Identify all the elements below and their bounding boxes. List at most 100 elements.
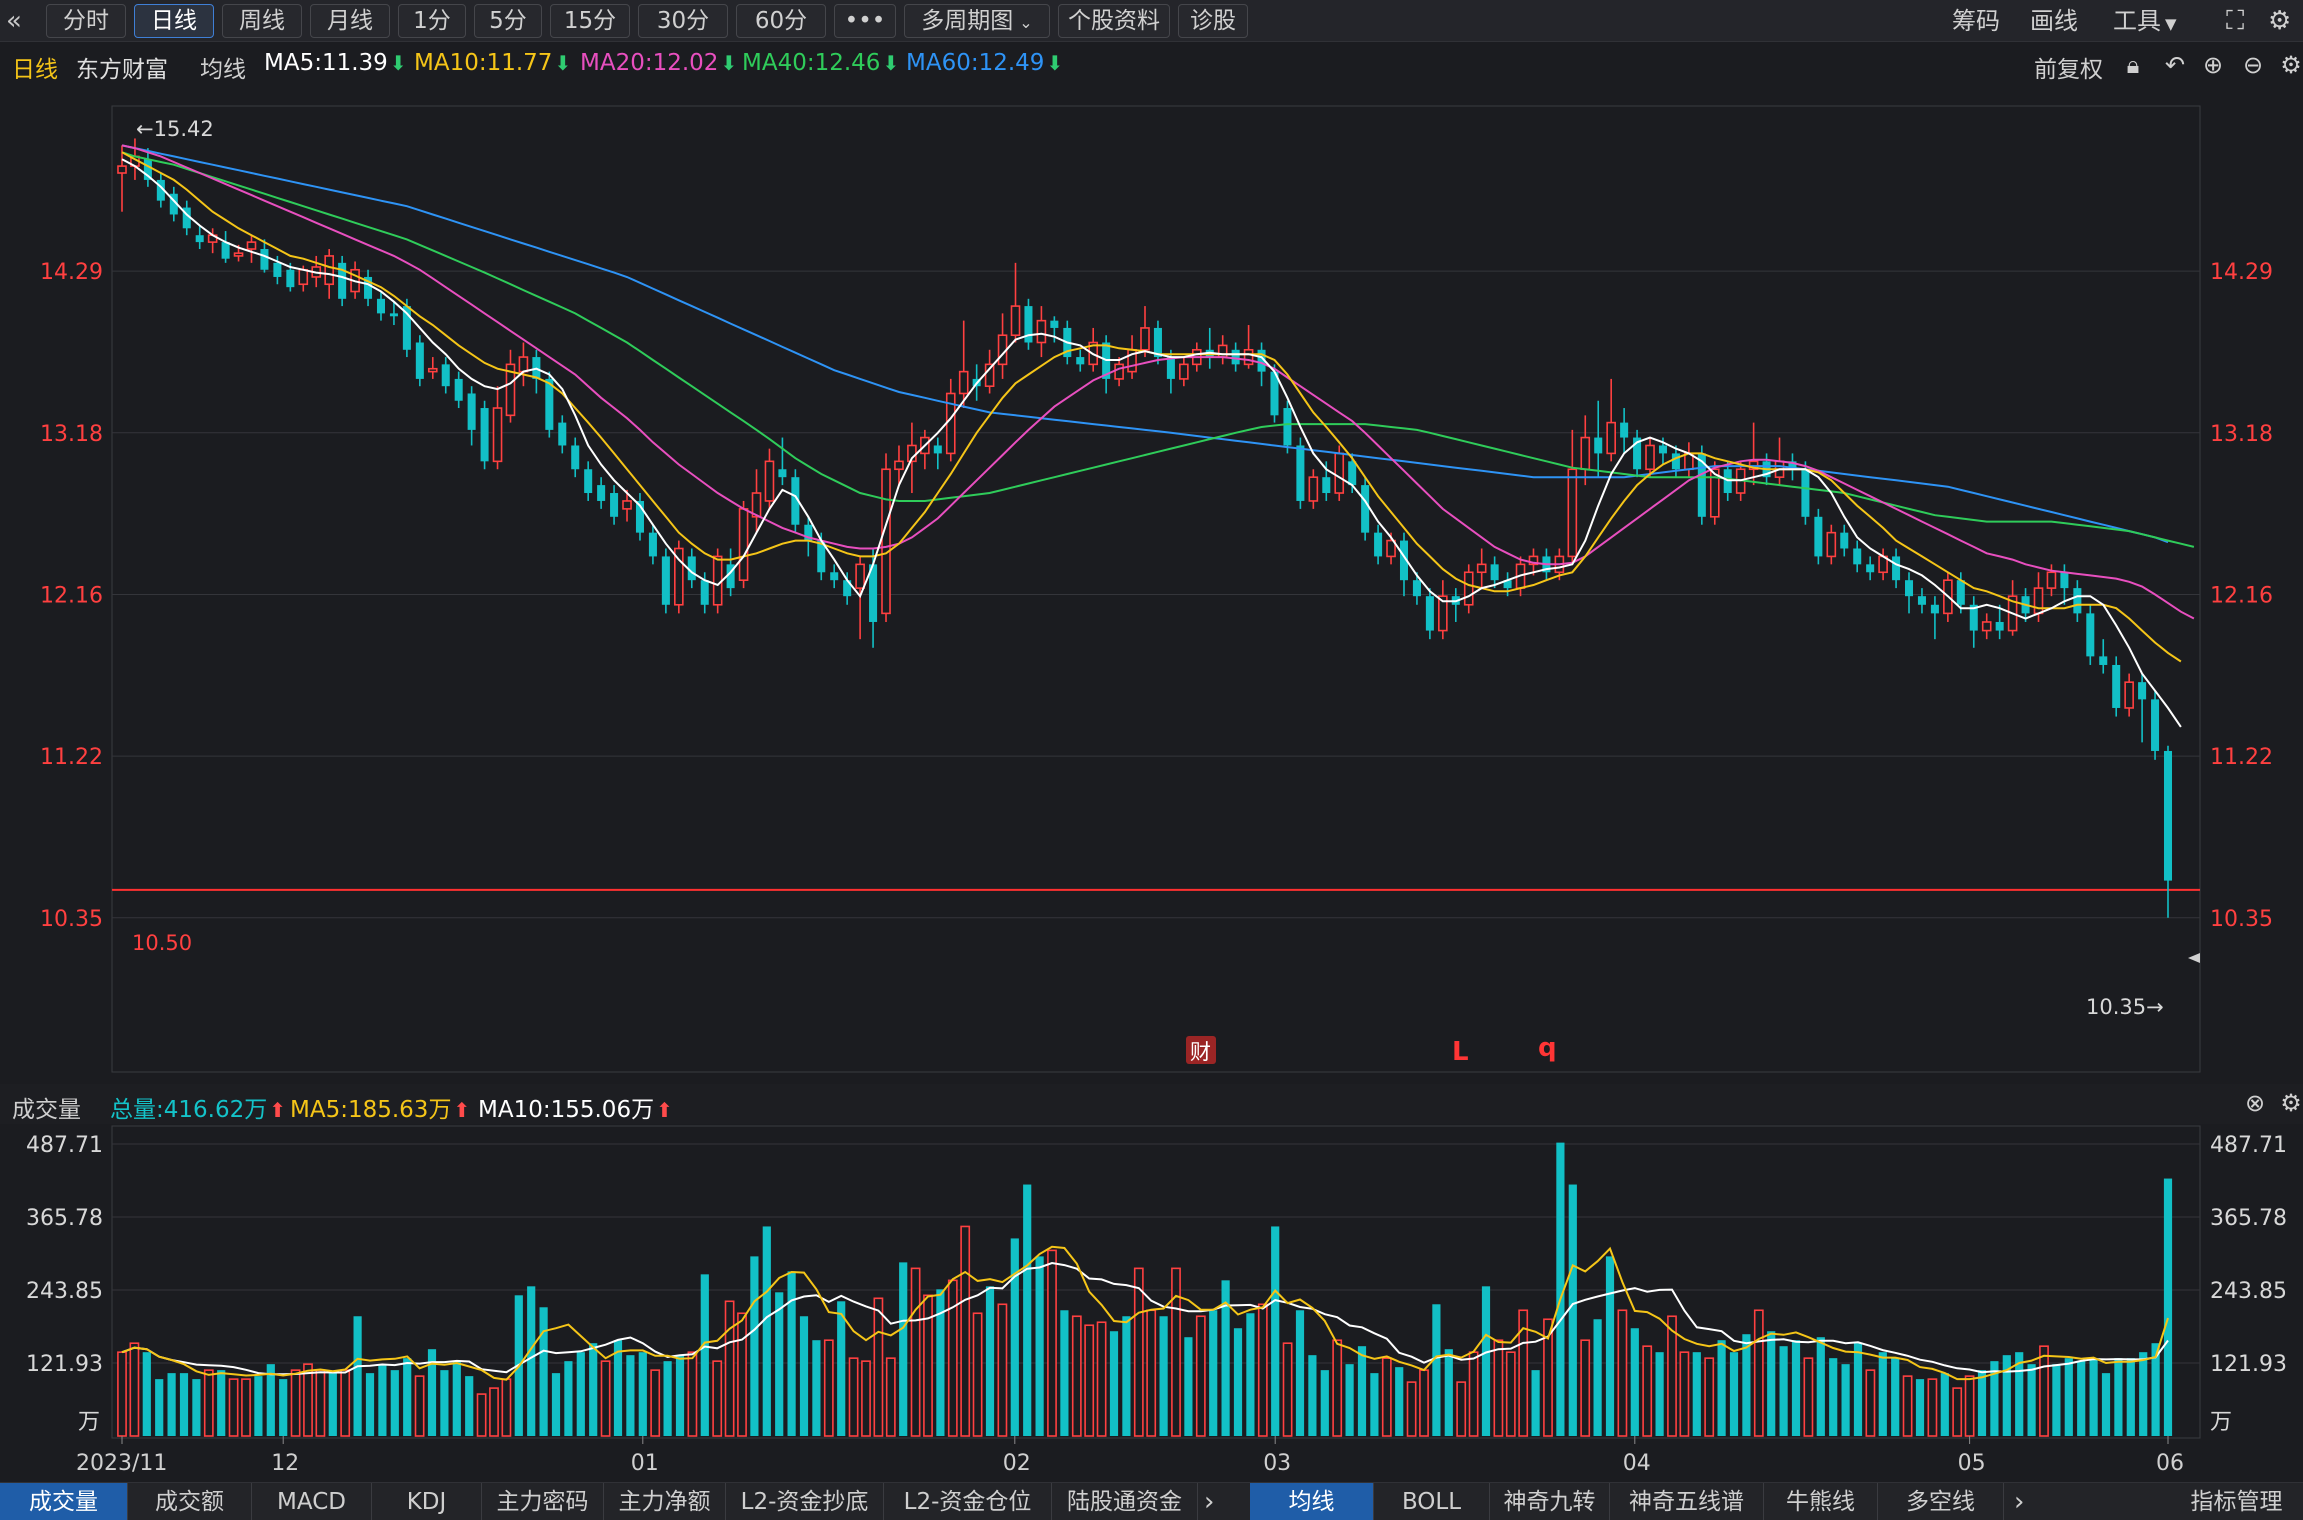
price-adjust-button[interactable]: 前复权 [2034, 50, 2103, 84]
candle-body-down [454, 378, 463, 401]
indicator-tab-6[interactable]: L2-资金抄底 [726, 1483, 884, 1520]
period-button-6[interactable]: 15分 [550, 4, 630, 38]
volume-bar-up [1493, 1339, 1504, 1437]
ma20-line [121, 144, 2195, 620]
period-button-label: 日线 [151, 8, 197, 34]
ma-selector[interactable]: 均线 [200, 50, 246, 84]
volume-bar-down [1481, 1286, 1491, 1436]
indicator-manage-button[interactable]: 指标管理 [2170, 1483, 2303, 1520]
volume-bar-up [737, 1312, 747, 1437]
indicator-tab-8[interactable]: 陆股通资金 [1052, 1483, 1198, 1520]
volume-bar-down [1395, 1367, 1404, 1436]
down-arrow-icon: ⬇ [1046, 51, 1064, 75]
overlay-tab-0[interactable]: 均线 [1250, 1483, 1374, 1520]
undo-icon[interactable]: ↶ [2162, 52, 2188, 78]
overlay-tab-5[interactable]: 多空线 [1878, 1483, 2004, 1520]
indicator-tab-4[interactable]: 主力密码 [482, 1483, 604, 1520]
candle-body-up [1140, 327, 1150, 351]
indicator-tab-7[interactable]: L2-资金仓位 [884, 1483, 1052, 1520]
collapse-left-icon[interactable]: « [6, 4, 22, 38]
overlay-tab-4[interactable]: 牛熊线 [1764, 1483, 1878, 1520]
volume-bar-down [626, 1355, 635, 1436]
period-button-0[interactable]: 分时 [46, 4, 126, 38]
period-button-7[interactable]: 30分 [638, 4, 728, 38]
overlay-tab-1[interactable]: BOLL [1374, 1483, 1490, 1520]
lock-icon[interactable]: 🔒︎ [2120, 52, 2146, 78]
candle-body-up [1580, 436, 1591, 471]
candle-body-down [286, 269, 295, 288]
volume-bar-down [837, 1301, 846, 1436]
volume-bar-down [1184, 1337, 1193, 1436]
volume-bar-up [1952, 1387, 1963, 1437]
period-button-11[interactable]: 个股资料 [1058, 4, 1170, 38]
overlay-tabs-scroll-right-icon[interactable]: › [2014, 1483, 2024, 1520]
candle-body-up [1645, 444, 1655, 471]
volume-bar-up [873, 1297, 884, 1437]
volume-bar-down [1122, 1316, 1131, 1436]
volume-bar-down [1370, 1373, 1379, 1436]
panel-settings-icon[interactable]: ⚙ [2278, 1090, 2303, 1116]
candle-body-up [1179, 363, 1189, 380]
period-button-3[interactable]: 月线 [310, 4, 390, 38]
candle-body-up [738, 508, 749, 581]
period-button-1[interactable]: 日线 [134, 4, 214, 38]
candlestick-chart[interactable]: 14.29 14.29 13.18 13.18 12.16 12.16 11.22 11.22… [0, 84, 2303, 1080]
indicator-tab-5[interactable]: 主力净额 [604, 1483, 726, 1520]
chip-distribution-button[interactable]: 筹码 [1952, 4, 2000, 38]
volume-bar-down [365, 1373, 375, 1436]
q-marker[interactable]: q [1538, 1033, 1557, 1063]
overlay-tab-2[interactable]: 神奇九转 [1490, 1483, 1610, 1520]
candle-body-up [1463, 571, 1474, 606]
volume-bar-down [799, 1316, 809, 1436]
period-button-9[interactable]: ••• [834, 4, 896, 38]
l-marker[interactable]: L [1452, 1037, 1469, 1067]
settings-gear-icon[interactable]: ⚙ [2268, 4, 2291, 38]
candle-body-down [1412, 580, 1421, 597]
candle-body-down [1930, 604, 1939, 614]
period-button-label: 月线 [327, 8, 373, 34]
candle-body-down [273, 262, 282, 277]
volume-bar-down [1816, 1337, 1825, 1436]
indicator-tab-1[interactable]: 成交额 [128, 1483, 252, 1520]
period-button-4[interactable]: 1分 [398, 4, 466, 38]
zoom-in-icon[interactable]: ⊕ [2200, 52, 2226, 78]
tools-menu-button[interactable]: 工具 ▼ [2113, 4, 2177, 38]
candle-body-up [427, 367, 438, 373]
volume-bar-up [712, 1360, 723, 1437]
date-label: 04 [1623, 1451, 1651, 1476]
candle-body-down [584, 469, 593, 494]
chart-settings-icon[interactable]: ⚙ [2278, 52, 2303, 78]
indicator-tab-0[interactable]: 成交量 [0, 1483, 128, 1520]
period-button-5[interactable]: 5分 [474, 4, 542, 38]
close-panel-icon[interactable]: ⊗ [2242, 1090, 2268, 1116]
fullscreen-icon[interactable]: ⛶ [2226, 4, 2244, 38]
volume-bar-down [217, 1370, 226, 1436]
period-button-2[interactable]: 周线 [222, 4, 302, 38]
period-button-10[interactable]: 多周期图 ⌄ [904, 4, 1050, 38]
volume-bar-down [452, 1361, 461, 1436]
candle-body-up [622, 500, 632, 510]
volume-label-right: 243.85 [2210, 1279, 2287, 1304]
period-button-label: 个股资料 [1068, 8, 1160, 34]
volume-label-right: 365.78 [2210, 1206, 2287, 1231]
volume-chart[interactable]: 487.71 487.71 365.78 365.78 243.85 243.85 121.… [0, 1124, 2303, 1494]
tabs-scroll-right-icon[interactable]: › [1204, 1483, 1214, 1520]
down-arrow-icon: ⬇ [720, 51, 738, 75]
candle-body-down [700, 580, 709, 605]
volume-bar-down [527, 1286, 536, 1436]
period-label: 日线 [12, 57, 58, 83]
candle-body-down [1076, 357, 1085, 365]
ma5-text: MA5:11.39 [264, 50, 388, 76]
overlay-tab-3[interactable]: 神奇五线谱 [1610, 1483, 1764, 1520]
candle-body-down [1050, 320, 1059, 328]
ma10-value: MA10:11.77 ⬇ [414, 50, 571, 76]
price-label-right: 10.35 [2210, 907, 2273, 932]
period-button-12[interactable]: 诊股 [1178, 4, 1248, 38]
candle-body-down [558, 422, 567, 446]
candle-body-up [246, 241, 257, 250]
period-button-8[interactable]: 60分 [736, 4, 826, 38]
zoom-out-icon[interactable]: ⊖ [2240, 52, 2266, 78]
indicator-tab-3[interactable]: KDJ [372, 1483, 482, 1520]
indicator-tab-2[interactable]: MACD [252, 1483, 372, 1520]
draw-line-button[interactable]: 画线 [2030, 4, 2078, 38]
